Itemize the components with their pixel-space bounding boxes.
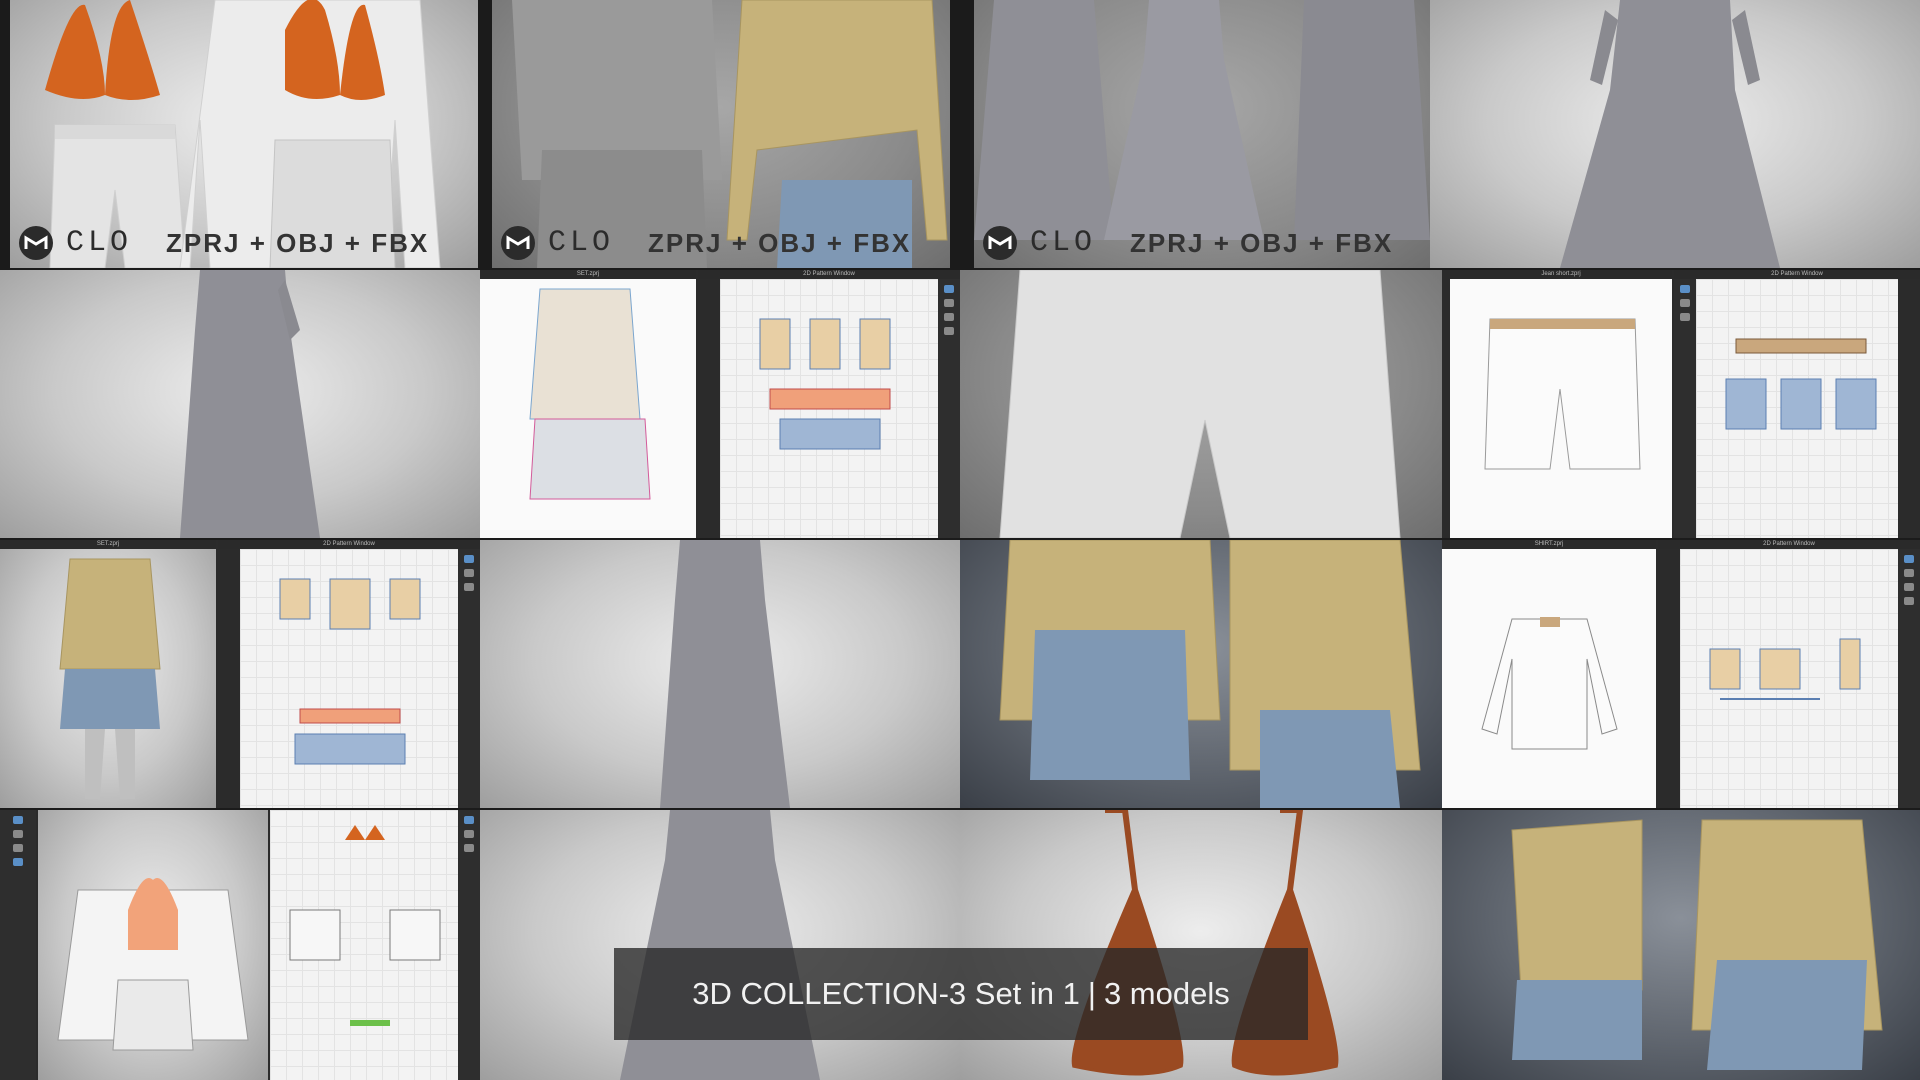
preview-bikini-shirt-set[interactable]: CLO ZPRJ + OBJ + FBX: [10, 0, 478, 268]
clo-ui-satin-set[interactable]: SET.zprj 2D Pattern Window: [0, 540, 480, 808]
dress-side-render: [180, 270, 320, 538]
clo-logo-icon: [19, 226, 53, 260]
dress-render: [1560, 0, 1780, 268]
viewport-3d[interactable]: SET.zprj: [480, 270, 696, 538]
collection-caption: 3D COLLECTION-3 Set in 1 | 3 models: [614, 948, 1308, 1040]
brand-bar: CLO ZPRJ + OBJ + FBX: [492, 218, 950, 268]
preview-satin-shirt-denim[interactable]: CLO ZPRJ + OBJ + FBX: [492, 0, 950, 268]
caption-models-count: 3 models: [1103, 976, 1230, 1011]
pattern-pieces: [1709, 638, 1861, 700]
satin-shirt-render: [999, 540, 1421, 808]
window-title: 2D Pattern Window: [218, 540, 480, 549]
pattern-grid[interactable]: [1680, 549, 1898, 808]
window-title: Jean short.zprj: [1450, 270, 1672, 279]
formats-label: ZPRJ + OBJ + FBX: [166, 227, 430, 258]
pattern-grid[interactable]: [270, 810, 458, 1080]
pattern-pieces: [289, 825, 441, 1026]
caption-separator: |: [1087, 976, 1096, 1011]
viewport-3d[interactable]: SHIRT.zprj: [1442, 540, 1656, 808]
tool-panel[interactable]: [0, 810, 36, 1080]
preview-dress-trio[interactable]: CLO ZPRJ + OBJ + FBX: [974, 0, 1430, 268]
formats-label: ZPRJ + OBJ + FBX: [1130, 227, 1394, 258]
avatar-shirt-shorts: [529, 288, 651, 500]
window-title: 2D Pattern Window: [1658, 540, 1920, 549]
clo-ui-set-view[interactable]: SET.zprj 2D Pattern Window: [480, 270, 960, 538]
window-title: SET.zprj: [0, 540, 216, 549]
tool-panel[interactable]: [458, 810, 480, 1080]
pattern-grid[interactable]: [1696, 279, 1898, 538]
pattern-pieces: [1725, 338, 1877, 430]
clo-ui-bikini-set[interactable]: [0, 810, 480, 1080]
preview-shorts-closeup[interactable]: [960, 270, 1442, 538]
tool-panel[interactable]: [938, 279, 960, 538]
dress-side-render: [660, 540, 790, 808]
jean-short-wireframe: [1484, 318, 1641, 470]
window-title: 2D Pattern Window: [1674, 270, 1920, 279]
satin-shirt-render: [1511, 819, 1883, 1070]
viewport-3d[interactable]: [38, 810, 268, 1080]
preview-satin-shirt-pair[interactable]: [1442, 810, 1920, 1080]
bikini-shirt-wireframe: [57, 878, 249, 1051]
formats-label: ZPRJ + OBJ + FBX: [648, 227, 912, 258]
pattern-grid[interactable]: [240, 549, 458, 808]
pattern-pieces: [279, 578, 421, 765]
pattern-window[interactable]: 2D Pattern Window: [1674, 270, 1920, 538]
tool-panel[interactable]: [458, 549, 480, 808]
caption-title: 3D COLLECTION-3 Set in 1: [692, 976, 1080, 1011]
pattern-window[interactable]: 2D Pattern Window: [218, 540, 480, 808]
viewport-3d[interactable]: SET.zprj: [0, 540, 216, 808]
preview-satin-shirt-dark[interactable]: [960, 540, 1442, 808]
preview-dress-front[interactable]: [1430, 0, 1920, 268]
brand-bar: CLO ZPRJ + OBJ + FBX: [10, 218, 478, 268]
tool-panel[interactable]: [1898, 549, 1920, 808]
pattern-pieces: [759, 318, 891, 450]
shirt-wireframe: [1481, 617, 1618, 750]
clo-ui-shirt[interactable]: SHIRT.zprj 2D Pattern Window: [1442, 540, 1920, 808]
preview-dress-side-2[interactable]: [480, 540, 960, 808]
avatar-satin-denim: [59, 558, 161, 799]
brand-name: CLO: [66, 226, 133, 260]
brand-bar: CLO ZPRJ + OBJ + FBX: [974, 218, 1430, 268]
window-title: SET.zprj: [480, 270, 696, 279]
pattern-window[interactable]: 2D Pattern Window: [1658, 540, 1920, 808]
viewport-3d[interactable]: Jean short.zprj: [1450, 270, 1672, 538]
pattern-window[interactable]: [270, 810, 480, 1080]
clo-logo-icon: [501, 226, 535, 260]
tool-panel[interactable]: [1674, 279, 1696, 538]
brand-name: CLO: [548, 226, 615, 260]
window-title: 2D Pattern Window: [698, 270, 960, 279]
shorts-render: [999, 270, 1401, 538]
window-title: SHIRT.zprj: [1442, 540, 1656, 549]
brand-name: CLO: [1030, 226, 1097, 260]
clo-ui-jean-short[interactable]: Jean short.zprj 2D Pattern Window: [1442, 270, 1920, 538]
clo-logo-icon: [983, 226, 1017, 260]
pattern-grid[interactable]: [720, 279, 938, 538]
pattern-window[interactable]: 2D Pattern Window: [698, 270, 960, 538]
preview-dress-side[interactable]: [0, 270, 480, 538]
